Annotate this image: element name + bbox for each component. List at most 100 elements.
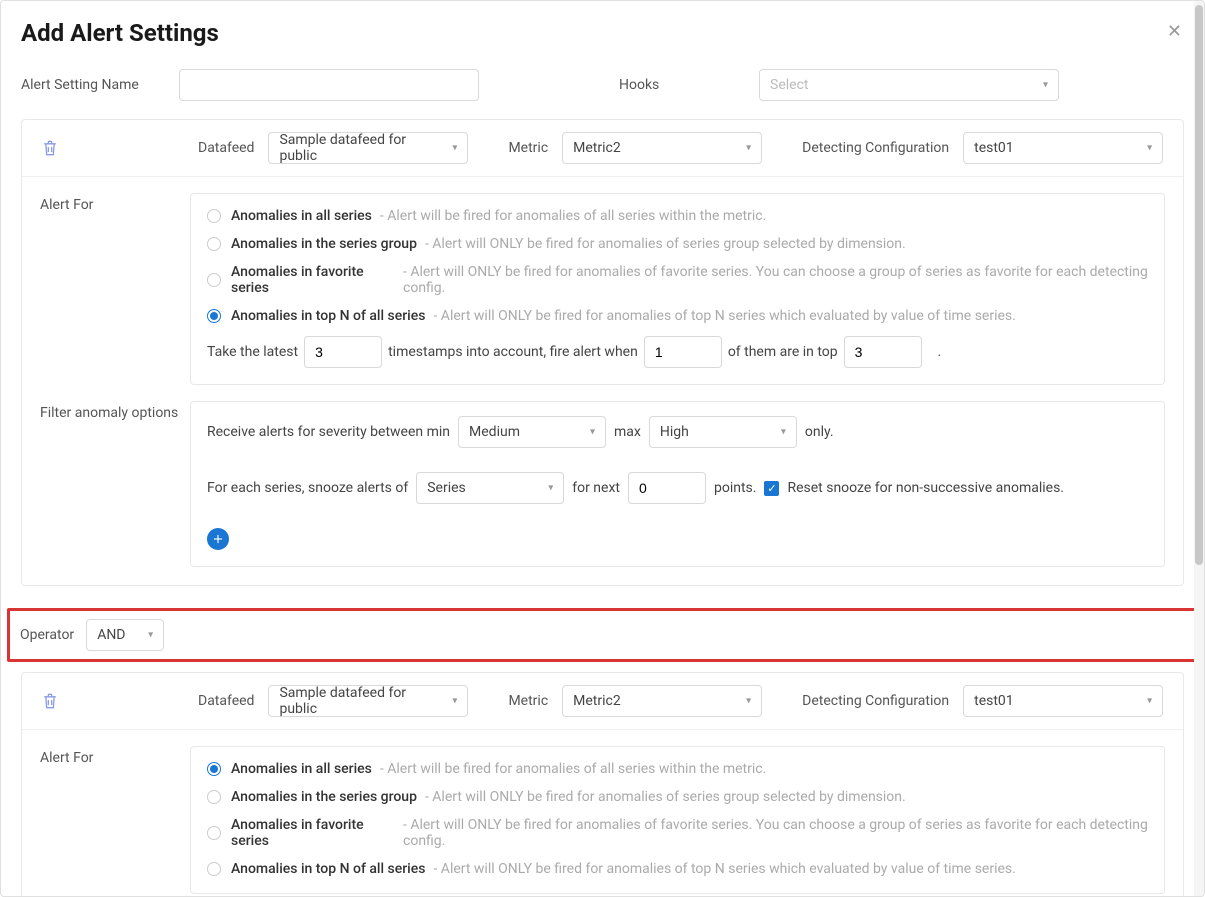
scrollbar-thumb[interactable] xyxy=(1195,5,1203,565)
chevron-down-icon: ▾ xyxy=(148,630,153,641)
severity-max-value: High xyxy=(660,424,689,440)
alert-for-label: Alert For xyxy=(40,193,190,385)
datafeed-label: Datafeed xyxy=(198,693,254,709)
config-head-2: Datafeed Sample datafeed for public ▾ Me… xyxy=(22,673,1183,730)
snooze-text: For each series, snooze alerts of xyxy=(207,480,408,496)
topn-text: of them are in top xyxy=(728,344,838,360)
snooze-points-input[interactable] xyxy=(628,472,706,504)
reset-snooze-checkbox[interactable]: ✓ xyxy=(764,481,779,496)
alert-for-row-2: Alert For Anomalies in all series - Aler… xyxy=(22,730,1183,897)
config-head-1: Datafeed Sample datafeed for public ▾ Me… xyxy=(22,120,1183,177)
radio-icon[interactable] xyxy=(207,790,221,804)
snooze-scope-value: Series xyxy=(427,480,466,496)
datafeed-value: Sample datafeed for public xyxy=(279,685,437,717)
datafeed-select[interactable]: Sample datafeed for public ▾ xyxy=(268,132,468,164)
metric-config-block-1: Datafeed Sample datafeed for public ▾ Me… xyxy=(21,119,1184,586)
metric-select[interactable]: Metric2 ▾ xyxy=(562,685,762,717)
snooze-text: points. xyxy=(714,480,756,496)
top-n-controls: Take the latest timestamps into account,… xyxy=(207,336,1148,368)
radio-series-group[interactable]: Anomalies in the series group - Alert wi… xyxy=(207,789,1148,805)
chevron-down-icon: ▾ xyxy=(548,483,553,494)
radio-top-n[interactable]: Anomalies in top N of all series - Alert… xyxy=(207,308,1148,324)
detecting-config-value: test01 xyxy=(974,693,1014,709)
filter-options-row: Filter anomaly options Receive alerts fo… xyxy=(22,385,1183,585)
radio-series-group[interactable]: Anomalies in the series group - Alert wi… xyxy=(207,236,1148,252)
radio-icon[interactable] xyxy=(207,762,221,776)
detecting-config-select[interactable]: test01 ▾ xyxy=(963,132,1163,164)
chevron-down-icon: ▾ xyxy=(590,427,595,438)
topn-fire-when-input[interactable] xyxy=(644,336,722,368)
alert-for-label: Alert For xyxy=(40,746,190,894)
trash-icon[interactable] xyxy=(40,137,60,159)
topn-text: Take the latest xyxy=(207,344,298,360)
add-filter-button[interactable] xyxy=(207,528,229,550)
severity-row: Receive alerts for severity between min … xyxy=(207,416,1148,448)
severity-text: Receive alerts for severity between min xyxy=(207,424,450,440)
severity-text: only. xyxy=(805,424,834,440)
severity-text: max xyxy=(614,424,641,440)
vertical-scrollbar[interactable] xyxy=(1194,1,1204,896)
topn-top-input[interactable] xyxy=(844,336,922,368)
chevron-down-icon: ▾ xyxy=(746,143,751,154)
radio-favorite-series[interactable]: Anomalies in favorite series - Alert wil… xyxy=(207,264,1148,296)
detecting-config-value: test01 xyxy=(974,140,1014,156)
radio-top-n[interactable]: Anomalies in top N of all series - Alert… xyxy=(207,861,1148,877)
filter-options-panel: Receive alerts for severity between min … xyxy=(190,401,1165,567)
operator-label: Operator xyxy=(20,627,74,643)
alert-for-panel: Anomalies in all series - Alert will be … xyxy=(190,193,1165,385)
snooze-text: for next xyxy=(572,480,620,496)
metric-label: Metric xyxy=(508,693,548,709)
datafeed-value: Sample datafeed for public xyxy=(279,132,437,164)
detecting-config-label: Detecting Configuration xyxy=(802,140,949,156)
operator-select[interactable]: AND ▾ xyxy=(86,619,164,651)
severity-min-select[interactable]: Medium ▾ xyxy=(458,416,606,448)
metric-config-block-2: Datafeed Sample datafeed for public ▾ Me… xyxy=(21,672,1184,897)
modal-header: Add Alert Settings ✕ xyxy=(1,1,1204,57)
chevron-down-icon: ▾ xyxy=(746,696,751,707)
hooks-select-value: Select xyxy=(770,77,808,93)
alert-for-row-1: Alert For Anomalies in all series - Aler… xyxy=(22,177,1183,385)
chevron-down-icon: ▾ xyxy=(1147,696,1152,707)
hooks-select[interactable]: Select ▾ xyxy=(759,69,1059,101)
reset-snooze-label: Reset snooze for non-successive anomalie… xyxy=(787,480,1064,496)
radio-icon[interactable] xyxy=(207,309,221,323)
radio-icon[interactable] xyxy=(207,826,221,840)
chevron-down-icon: ▾ xyxy=(452,143,457,154)
radio-all-series[interactable]: Anomalies in all series - Alert will be … xyxy=(207,761,1148,777)
detecting-config-select[interactable]: test01 ▾ xyxy=(963,685,1163,717)
chevron-down-icon: ▾ xyxy=(452,696,457,707)
datafeed-label: Datafeed xyxy=(198,140,254,156)
close-icon[interactable]: ✕ xyxy=(1167,21,1182,42)
operator-section: Operator AND ▾ xyxy=(7,608,1204,662)
chevron-down-icon: ▾ xyxy=(1147,143,1152,154)
datafeed-select[interactable]: Sample datafeed for public ▾ xyxy=(268,685,468,717)
radio-icon[interactable] xyxy=(207,862,221,876)
top-row: Alert Setting Name Hooks Select ▾ xyxy=(1,57,1204,119)
alert-name-label: Alert Setting Name xyxy=(21,77,179,93)
metric-value: Metric2 xyxy=(573,693,621,709)
radio-icon[interactable] xyxy=(207,209,221,223)
topn-latest-input[interactable] xyxy=(304,336,382,368)
metric-select[interactable]: Metric2 ▾ xyxy=(562,132,762,164)
snooze-row: For each series, snooze alerts of Series… xyxy=(207,472,1148,504)
radio-favorite-series[interactable]: Anomalies in favorite series - Alert wil… xyxy=(207,817,1148,849)
radio-icon[interactable] xyxy=(207,237,221,251)
trash-icon[interactable] xyxy=(40,690,60,712)
topn-text: timestamps into account, fire alert when xyxy=(388,344,638,360)
metric-label: Metric xyxy=(508,140,548,156)
hooks-label: Hooks xyxy=(619,77,759,93)
radio-icon[interactable] xyxy=(207,273,221,287)
filter-options-label: Filter anomaly options xyxy=(40,401,190,567)
add-alert-settings-modal: Add Alert Settings ✕ Alert Setting Name … xyxy=(0,0,1205,897)
operator-value: AND xyxy=(97,627,125,643)
detecting-config-label: Detecting Configuration xyxy=(802,693,949,709)
severity-max-select[interactable]: High ▾ xyxy=(649,416,797,448)
topn-text: . xyxy=(938,344,942,360)
radio-all-series[interactable]: Anomalies in all series - Alert will be … xyxy=(207,208,1148,224)
metric-value: Metric2 xyxy=(573,140,621,156)
alert-name-input[interactable] xyxy=(179,69,479,101)
modal-title: Add Alert Settings xyxy=(21,19,1184,47)
snooze-scope-select[interactable]: Series ▾ xyxy=(416,472,564,504)
severity-min-value: Medium xyxy=(469,424,520,440)
alert-for-panel: Anomalies in all series - Alert will be … xyxy=(190,746,1165,894)
